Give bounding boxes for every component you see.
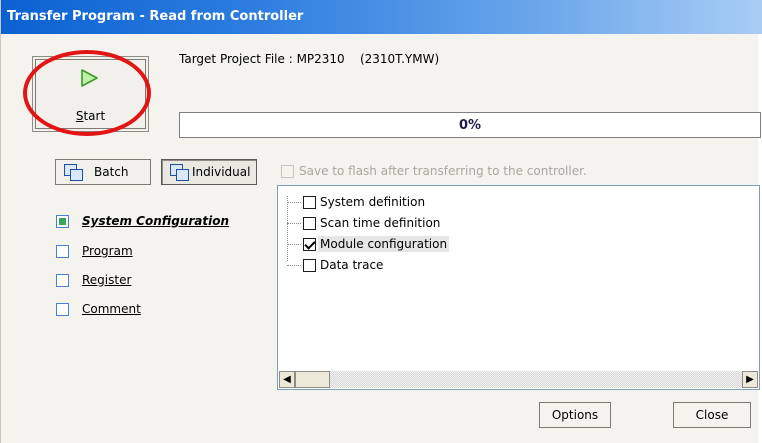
- category-checkbox[interactable]: [56, 273, 69, 287]
- play-icon: [81, 69, 98, 87]
- progress-percent: 0%: [458, 118, 482, 133]
- tree-item-checkbox[interactable]: [303, 216, 316, 230]
- tree-item-label: Data trace: [320, 258, 384, 272]
- options-button[interactable]: Options: [539, 402, 611, 428]
- close-button[interactable]: Close: [673, 402, 751, 428]
- tree-item-label: Module configuration: [318, 236, 450, 252]
- category-label: Comment: [82, 302, 141, 316]
- category-register[interactable]: Register: [56, 273, 131, 287]
- progress-bar: 0%: [179, 112, 761, 138]
- horizontal-scrollbar[interactable]: ◀ ▶: [279, 371, 758, 388]
- tree-item-module-configuration[interactable]: Module configuration: [287, 236, 450, 252]
- batch-button[interactable]: Batch: [55, 159, 151, 185]
- tree-item-system-definition[interactable]: System definition: [287, 194, 427, 210]
- individual-button[interactable]: Individual: [161, 159, 257, 185]
- save-to-flash-option[interactable]: Save to flash after transferring to the …: [281, 164, 587, 178]
- tree-item-checkbox[interactable]: [303, 237, 316, 251]
- start-button[interactable]: Start: [32, 56, 149, 132]
- tree-item-data-trace[interactable]: Data trace: [287, 257, 385, 273]
- tree-item-checkbox[interactable]: [303, 258, 316, 272]
- scroll-right-icon[interactable]: ▶: [742, 371, 758, 388]
- tree-item-label: Scan time definition: [320, 216, 441, 230]
- tree-item-scan-time-definition[interactable]: Scan time definition: [287, 215, 442, 231]
- category-label: Register: [82, 273, 132, 287]
- category-program[interactable]: Program: [56, 244, 133, 258]
- category-checkbox[interactable]: [56, 214, 69, 228]
- save-to-flash-label: Save to flash after transferring to the …: [299, 164, 587, 178]
- window-title: Transfer Program - Read from Controller: [7, 9, 304, 24]
- start-label: Start: [75, 109, 106, 123]
- batch-icon: [64, 164, 83, 181]
- title-bar: Transfer Program - Read from Controller: [1, 0, 762, 34]
- target-project-file: Target Project File : MP2310 (2310T.YMW): [179, 52, 440, 66]
- individual-icon: [170, 164, 189, 181]
- transfer-program-dialog: Transfer Program - Read from Controller …: [0, 0, 762, 443]
- category-comment[interactable]: Comment: [56, 302, 141, 316]
- scroll-thumb[interactable]: [295, 371, 330, 388]
- category-system-configuration[interactable]: System Configuration: [56, 214, 229, 228]
- category-label: Program: [82, 244, 133, 258]
- scroll-left-icon[interactable]: ◀: [279, 371, 295, 388]
- category-checkbox[interactable]: [56, 302, 69, 316]
- tree-item-checkbox[interactable]: [303, 195, 316, 209]
- definition-tree: System definition Scan time definition M…: [277, 185, 760, 390]
- category-label: System Configuration: [82, 214, 229, 228]
- tree-item-label: System definition: [320, 195, 426, 209]
- batch-label: Batch: [94, 165, 129, 179]
- save-to-flash-checkbox[interactable]: [281, 164, 294, 178]
- individual-label: Individual: [192, 165, 251, 179]
- category-checkbox[interactable]: [56, 244, 69, 258]
